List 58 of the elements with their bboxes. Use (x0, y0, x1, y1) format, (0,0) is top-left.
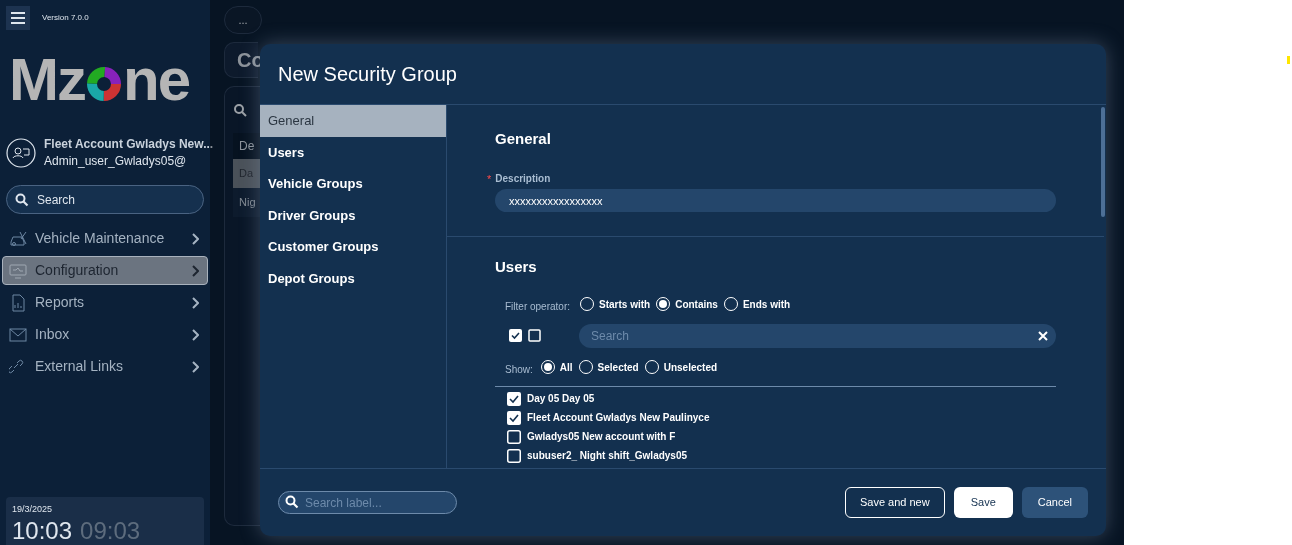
mzone-logo: Mz ne (9, 52, 190, 108)
user-checkbox[interactable]: Day 05 Day 05 (507, 391, 1056, 406)
search-icon (285, 495, 299, 509)
radio-option[interactable]: All (540, 359, 573, 375)
save-and-new-button[interactable]: Save and new (844, 487, 945, 518)
nav-item[interactable]: Reports (2, 288, 208, 317)
version-label: Version 7.0.0 (42, 12, 89, 24)
monitor-icon (9, 261, 27, 280)
radio-option[interactable]: Ends with (723, 296, 791, 312)
chevron-right-icon (191, 296, 199, 309)
filter-label: Filter operator: (505, 299, 571, 314)
label-search-field[interactable]: Search label... (278, 491, 457, 514)
search-field[interactable]: Search (6, 185, 204, 214)
date-label: 19/3/2025 (12, 503, 54, 516)
section-heading: General (495, 129, 552, 149)
chevron-right-icon (191, 264, 199, 277)
account-name: Fleet Account Gwladys New... (44, 136, 214, 153)
menu-icon (11, 12, 25, 24)
other-time: 09:03 (80, 517, 141, 544)
radio-option[interactable]: Starts with (580, 296, 651, 312)
document-chart-icon (9, 293, 27, 312)
more-button[interactable]: ... (224, 6, 262, 34)
tab[interactable]: General (260, 105, 446, 137)
highlight-mark (1287, 56, 1290, 64)
cancel-button[interactable]: Cancel (1021, 487, 1088, 518)
select-all-icon (509, 329, 522, 342)
nav-item[interactable]: Vehicle Maintenance (2, 224, 208, 253)
user-checkbox[interactable]: Gwladys05 New account with F (507, 429, 1056, 444)
tab[interactable]: Depot Groups (260, 262, 446, 294)
envelope-icon (9, 325, 27, 344)
dialog-title: New Security Group (277, 62, 458, 87)
radio-option[interactable]: Selected (578, 359, 639, 375)
user-avatar-icon (6, 138, 36, 168)
local-time: 10:03 (12, 517, 73, 544)
chevron-right-icon (191, 232, 199, 245)
required-mark: * (487, 171, 492, 187)
search-field[interactable]: Search (579, 323, 1056, 348)
user-checkbox[interactable]: Fleet Account Gwladys New Paulinyce (507, 410, 1056, 425)
description-field[interactable]: xxxxxxxxxxxxxxxxx (495, 189, 1056, 212)
nav-item[interactable]: Inbox (2, 320, 208, 349)
section-heading: Users (495, 257, 538, 277)
radio-option[interactable]: Contains (656, 296, 718, 312)
tab[interactable]: Customer Groups (260, 231, 446, 263)
chevron-right-icon (191, 328, 199, 341)
search-icon (15, 193, 29, 207)
deselect-all-icon (528, 329, 541, 342)
radio-option[interactable]: Unselected (644, 359, 718, 375)
field-label: Description (495, 172, 551, 187)
chevron-right-icon (191, 360, 199, 373)
scrollbar-thumb[interactable] (1101, 107, 1105, 217)
menu-button[interactable] (6, 6, 30, 30)
show-label: Show: (505, 362, 533, 377)
nav-item[interactable]: External Links (2, 352, 208, 381)
user-name: Admin_user_Gwladys05@ (44, 153, 188, 170)
save-button[interactable]: Save (953, 487, 1013, 518)
user-checkbox[interactable]: subuser2_ Night shift_Gwladys05 (507, 448, 1056, 463)
close-icon[interactable] (1038, 330, 1048, 341)
car-wrench-icon (9, 229, 27, 248)
